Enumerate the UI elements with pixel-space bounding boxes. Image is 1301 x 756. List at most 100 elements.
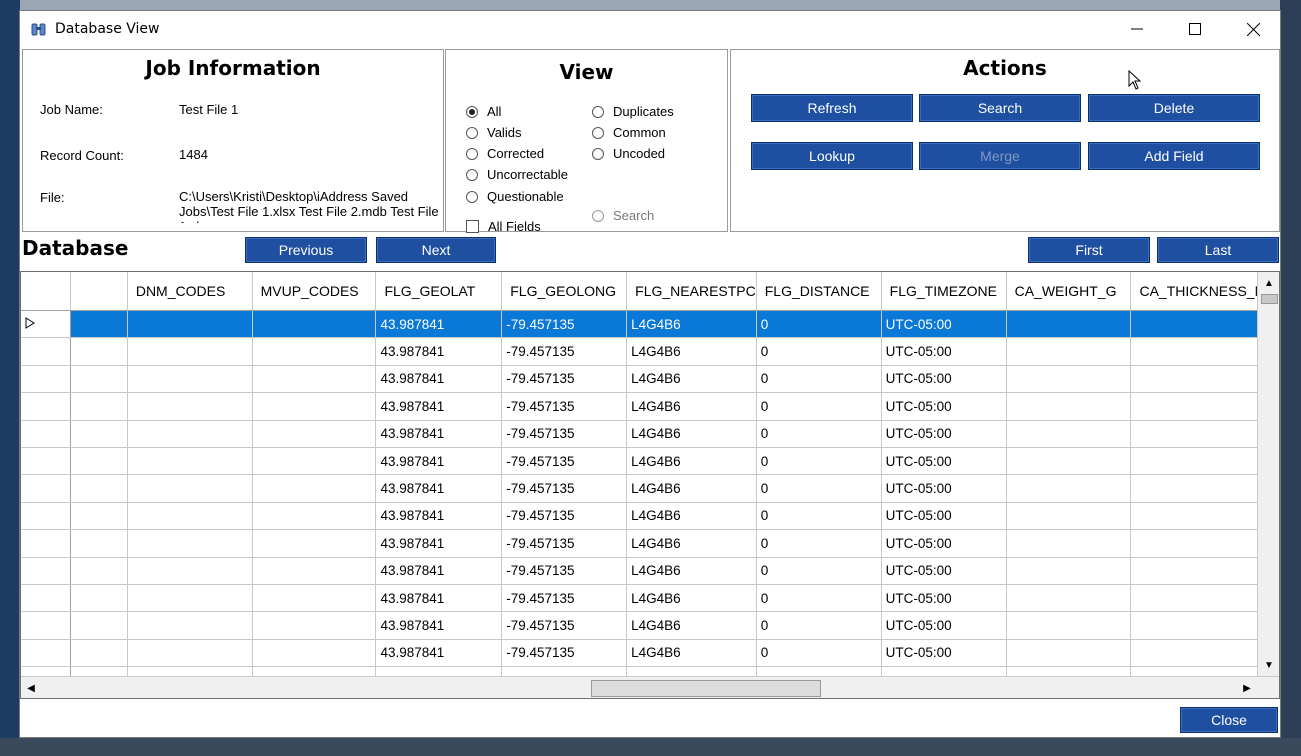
close-window-button[interactable] (1224, 11, 1282, 47)
scroll-left-icon[interactable]: ◀ (23, 680, 39, 696)
table-cell[interactable] (127, 611, 253, 640)
table-cell[interactable]: UTC-05:00 (881, 502, 1007, 531)
table-cell[interactable]: -79.457135 (501, 584, 628, 613)
table-cell[interactable]: 0 (756, 611, 882, 640)
table-cell[interactable]: 0 (756, 365, 882, 394)
table-cell[interactable] (127, 584, 253, 613)
table-cell[interactable]: 0 (756, 447, 882, 476)
table-cell[interactable]: 0 (756, 392, 882, 421)
table-cell[interactable]: -79.457135 (501, 365, 628, 394)
table-cell[interactable] (1006, 447, 1132, 476)
scroll-right-icon[interactable]: ▶ (1239, 680, 1255, 696)
last-button[interactable]: Last (1157, 237, 1279, 263)
table-cell[interactable]: 0 (756, 584, 882, 613)
table-cell[interactable]: 0 (756, 420, 882, 448)
close-button[interactable]: Close (1180, 707, 1278, 733)
next-button[interactable]: Next (376, 237, 496, 263)
table-cell[interactable]: 43.987841 (375, 611, 503, 640)
table-row[interactable]: 43.987841 -79.457135 L4G4B6 0 UTC-05:00 (21, 611, 1279, 640)
row-header[interactable] (21, 502, 72, 531)
horizontal-scrollbar[interactable]: ◀ ▶ (21, 676, 1279, 698)
table-cell[interactable]: L4G4B6 (626, 337, 757, 366)
table-cell[interactable] (1006, 611, 1132, 640)
table-cell[interactable]: -79.457135 (501, 337, 628, 366)
first-button[interactable]: First (1028, 237, 1150, 263)
scroll-down-icon[interactable]: ▼ (1260, 656, 1278, 674)
table-cell[interactable]: UTC-05:00 (881, 529, 1007, 558)
table-cell[interactable]: L4G4B6 (626, 611, 757, 640)
search-button[interactable]: Search (919, 94, 1081, 122)
table-cell[interactable]: UTC-05:00 (881, 447, 1007, 476)
table-cell[interactable]: 0 (756, 557, 882, 585)
row-header[interactable] (21, 611, 72, 640)
table-cell[interactable] (70, 337, 128, 366)
table-cell[interactable] (252, 310, 377, 339)
table-cell[interactable] (252, 447, 377, 476)
table-cell[interactable]: L4G4B6 (626, 584, 757, 613)
radio-valids[interactable]: Valids (466, 125, 521, 140)
table-cell[interactable]: UTC-05:00 (881, 611, 1007, 640)
table-cell[interactable] (1006, 502, 1132, 531)
table-cell[interactable] (252, 529, 377, 558)
vertical-scroll-thumb[interactable] (1261, 294, 1278, 304)
row-header[interactable] (21, 529, 72, 558)
table-cell[interactable] (70, 529, 128, 558)
table-cell[interactable] (70, 474, 128, 503)
table-cell[interactable] (1006, 474, 1132, 503)
column-header[interactable]: DNM_CODES (127, 272, 253, 311)
table-row[interactable]: 43.987841 -79.457135 L4G4B6 0 UTC-05:00 (21, 392, 1279, 421)
table-cell[interactable]: -79.457135 (501, 557, 628, 585)
table-cell[interactable] (70, 447, 128, 476)
maximize-button[interactable] (1166, 11, 1224, 47)
table-cell[interactable] (252, 584, 377, 613)
column-header[interactable]: FLG_NEARESTPC (626, 272, 757, 311)
row-header[interactable] (21, 420, 72, 448)
table-cell[interactable] (252, 365, 377, 394)
table-cell[interactable]: -79.457135 (501, 447, 628, 476)
table-cell[interactable] (1006, 420, 1132, 448)
table-cell[interactable]: 43.987841 (375, 474, 503, 503)
table-cell[interactable] (70, 392, 128, 421)
table-cell[interactable]: 43.987841 (375, 420, 503, 448)
column-header[interactable]: CA_WEIGHT_G (1006, 272, 1132, 311)
table-cell[interactable] (1006, 392, 1132, 421)
radio-uncorrectable[interactable]: Uncorrectable (466, 167, 568, 182)
radio-all[interactable]: All (466, 104, 501, 119)
table-cell[interactable]: L4G4B6 (626, 474, 757, 503)
column-header[interactable]: FLG_TIMEZONE (881, 272, 1007, 311)
table-cell[interactable]: L4G4B6 (626, 502, 757, 531)
table-cell[interactable]: 43.987841 (375, 365, 503, 394)
table-cell[interactable]: UTC-05:00 (881, 365, 1007, 394)
row-header[interactable] (21, 557, 72, 585)
table-cell[interactable]: -79.457135 (501, 420, 628, 448)
table-cell[interactable]: UTC-05:00 (881, 337, 1007, 366)
table-cell[interactable]: L4G4B6 (626, 392, 757, 421)
table-row[interactable]: 43.987841 -79.457135 L4G4B6 0 UTC-05:00 (21, 365, 1279, 394)
table-cell[interactable] (127, 502, 253, 531)
table-cell[interactable] (252, 420, 377, 448)
table-cell[interactable] (127, 639, 253, 668)
horizontal-scroll-thumb[interactable] (591, 680, 821, 697)
title-bar[interactable]: Database View (20, 11, 1280, 47)
table-cell[interactable]: UTC-05:00 (881, 474, 1007, 503)
table-cell[interactable]: UTC-05:00 (881, 420, 1007, 448)
row-header[interactable] (21, 392, 72, 421)
table-cell[interactable] (127, 365, 253, 394)
table-cell[interactable]: L4G4B6 (626, 420, 757, 448)
table-cell[interactable]: -79.457135 (501, 502, 628, 531)
table-cell[interactable]: 0 (756, 502, 882, 531)
table-cell[interactable]: -79.457135 (501, 529, 628, 558)
row-header[interactable] (21, 639, 72, 668)
radio-questionable[interactable]: Questionable (466, 189, 564, 204)
add-field-button[interactable]: Add Field (1088, 142, 1260, 170)
table-cell[interactable] (127, 529, 253, 558)
table-cell[interactable] (1006, 584, 1132, 613)
table-cell[interactable]: -79.457135 (501, 611, 628, 640)
row-header[interactable] (21, 337, 72, 366)
table-cell[interactable] (127, 447, 253, 476)
table-row[interactable]: 43.987841 -79.457135 L4G4B6 0 UTC-05:00 (21, 474, 1279, 503)
radio-duplicates[interactable]: Duplicates (592, 104, 674, 119)
table-cell[interactable]: 43.987841 (375, 584, 503, 613)
table-cell[interactable] (127, 310, 253, 339)
vertical-scrollbar[interactable]: ▲ ▼ (1257, 272, 1279, 676)
